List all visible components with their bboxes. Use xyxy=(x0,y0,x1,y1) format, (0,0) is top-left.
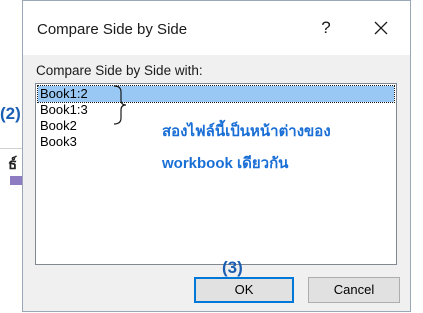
background-divider xyxy=(0,148,22,149)
ok-button[interactable]: OK xyxy=(194,277,294,303)
annotation-marker-2: (2) xyxy=(0,104,21,123)
cancel-button[interactable]: Cancel xyxy=(308,277,400,303)
compare-with-label: Compare Side by Side with: xyxy=(36,63,203,78)
background-app-left: ธ์ xyxy=(0,0,22,313)
annotation-note-line1: สองไฟล์นี้เป็นหน้าต่างของ xyxy=(162,123,331,140)
dialog-titlebar: Compare Side by Side ? xyxy=(23,1,410,55)
screen: ธ์ Compare Side by Side ? Compare Side b… xyxy=(0,0,423,313)
dialog-title: Compare Side by Side xyxy=(37,21,188,38)
close-icon xyxy=(374,21,388,35)
background-text: ธ์ xyxy=(8,156,18,173)
list-item-book1-2[interactable]: Book1:2 xyxy=(37,85,395,103)
close-button[interactable] xyxy=(363,15,399,41)
list-item-book3[interactable]: Book3 xyxy=(38,134,77,150)
annotation-note-line2: workbook เดียวกัน xyxy=(162,155,289,172)
bracket-annotation xyxy=(113,85,127,125)
list-item-book1-3[interactable]: Book1:3 xyxy=(38,102,88,118)
list-item-book2[interactable]: Book2 xyxy=(38,118,77,134)
annotation-marker-3: (3) xyxy=(222,258,243,277)
background-app-right xyxy=(411,0,423,313)
help-button[interactable]: ? xyxy=(311,15,341,41)
background-color-swatch xyxy=(10,176,22,185)
